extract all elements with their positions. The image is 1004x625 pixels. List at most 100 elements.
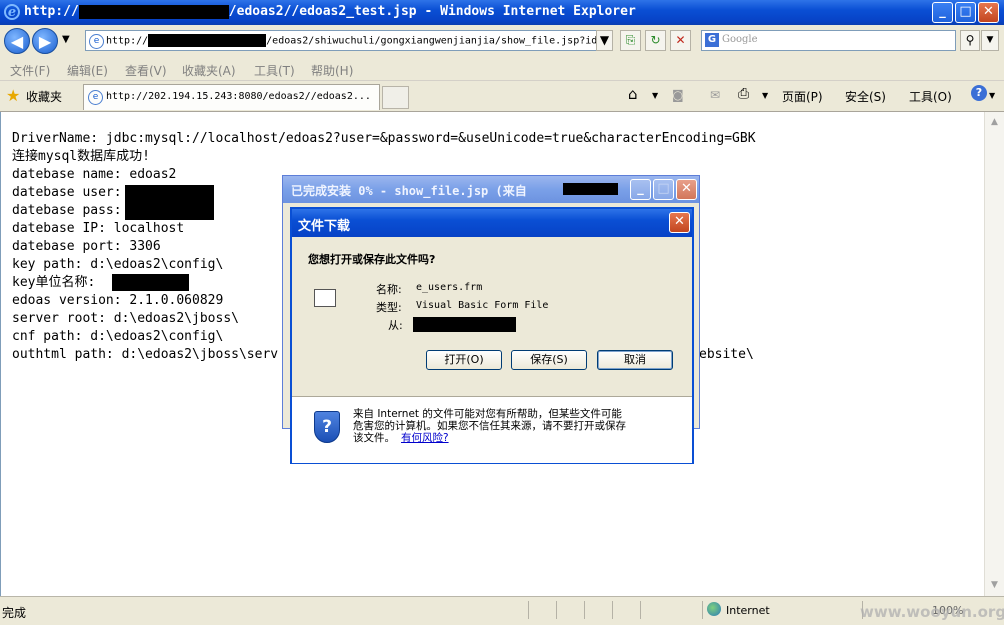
- menu-tools[interactable]: 工具(T): [254, 62, 295, 79]
- address-url: http:///edoas2/shiwuchuli/gongxiangwenji…: [106, 34, 598, 47]
- search-options-icon[interactable]: ▼: [981, 30, 999, 51]
- warning-panel: ? 来自 Internet 的文件可能对您有所帮助，但某些文件可能 危害您的计算…: [292, 396, 692, 463]
- open-button[interactable]: 打开(O): [426, 350, 502, 370]
- search-placeholder: Google: [722, 34, 758, 45]
- forward-button[interactable]: ▶: [32, 28, 58, 54]
- progress-minimize-button[interactable]: _: [630, 179, 651, 200]
- menu-help[interactable]: 帮助(H): [311, 62, 353, 79]
- status-separator: [528, 601, 529, 619]
- name-label: 名称:: [376, 283, 402, 296]
- ie-logo-icon: e: [4, 4, 20, 20]
- search-icon[interactable]: ⚲: [960, 30, 980, 51]
- scroll-up-icon[interactable]: ▲: [987, 115, 1002, 130]
- window-title: http:///edoas2//edoas2_test.jsp - Window…: [24, 4, 636, 19]
- dialog-title: 文件下载: [298, 219, 351, 234]
- content-line: edoas version: 2.1.0.060829: [12, 293, 224, 308]
- mail-icon[interactable]: ✉: [710, 88, 720, 102]
- safety-menu[interactable]: 安全(S): [845, 88, 886, 105]
- help-dropdown-icon[interactable]: ▼: [989, 91, 995, 100]
- tab-page-icon: e: [88, 90, 103, 105]
- content-line: server root: d:\edoas2\jboss\: [12, 311, 239, 326]
- zone-label: Internet: [726, 604, 770, 617]
- maximize-button[interactable]: □: [955, 2, 976, 23]
- warning-line: 来自 Internet 的文件可能对您有所帮助，但某些文件可能: [353, 408, 622, 420]
- address-input[interactable]: e http:///edoas2/shiwuchuli/gongxiangwen…: [85, 30, 613, 51]
- content-line: datebase pass:: [12, 203, 122, 218]
- favorites-button[interactable]: 收藏夹: [26, 88, 62, 105]
- menu-file[interactable]: 文件(F): [10, 62, 50, 79]
- dialog-question: 您想打开或保存此文件吗?: [308, 253, 436, 266]
- progress-title: 已完成安装 0% - show_file.jsp (来自: [291, 184, 527, 198]
- status-separator: [612, 601, 613, 619]
- title-bar: e http:///edoas2//edoas2_test.jsp - Wind…: [0, 0, 1004, 25]
- menu-bar: 文件(F) 编辑(E) 查看(V) 收藏夹(A) 工具(T) 帮助(H): [0, 58, 1004, 81]
- content-line: ebsite\: [699, 347, 754, 362]
- tools-menu[interactable]: 工具(O): [909, 88, 952, 105]
- tab-title: http://202.194.15.243:8080/edoas2//edoas…: [106, 91, 371, 102]
- warning-line: 危害您的计算机。如果您不信任其来源，请不要打开或保存: [353, 420, 626, 432]
- type-label: 类型:: [376, 301, 402, 314]
- content-line: cnf path: d:\edoas2\config\: [12, 329, 224, 344]
- tab-bar: ★ 收藏夹 e http://202.194.15.243:8080/edoas…: [0, 81, 1004, 112]
- risk-link[interactable]: 有何风险?: [401, 432, 449, 444]
- file-name: e_users.frm: [416, 282, 483, 293]
- content-line: key单位名称:: [12, 275, 96, 290]
- home-icon[interactable]: ⌂: [628, 85, 638, 103]
- file-icon: [314, 289, 336, 307]
- status-bar: 完成 Internet 100%: [0, 596, 1004, 625]
- shield-icon: ?: [314, 411, 340, 443]
- menu-view[interactable]: 查看(V): [125, 62, 167, 79]
- content-line: datebase port: 3306: [12, 239, 161, 254]
- redacted-host: [563, 183, 618, 195]
- redacted-source: [413, 317, 516, 332]
- new-tab-button[interactable]: [382, 86, 409, 109]
- scroll-down-icon[interactable]: ▼: [987, 578, 1002, 593]
- tab-current[interactable]: e http://202.194.15.243:8080/edoas2//edo…: [83, 84, 380, 110]
- status-separator: [584, 601, 585, 619]
- progress-close-button[interactable]: ✕: [676, 179, 697, 200]
- home-dropdown-icon[interactable]: ▼: [652, 91, 658, 100]
- refresh-icon[interactable]: ↻: [645, 30, 666, 51]
- close-button[interactable]: ✕: [978, 2, 999, 23]
- compatibility-icon[interactable]: ⎘: [620, 30, 641, 51]
- print-icon[interactable]: ⎙: [738, 86, 749, 102]
- print-dropdown-icon[interactable]: ▼: [762, 91, 768, 100]
- dialog-title-bar: 文件下载 ✕: [292, 209, 692, 237]
- internet-zone-icon: [707, 602, 721, 616]
- page-menu[interactable]: 页面(P): [782, 88, 823, 105]
- file-download-dialog: 文件下载 ✕ 您想打开或保存此文件吗? 名称: e_users.frm 类型: …: [290, 207, 694, 464]
- stop-icon[interactable]: ✕: [670, 30, 691, 51]
- history-dropdown-icon[interactable]: ▼: [62, 34, 70, 45]
- favorites-star-icon: ★: [6, 86, 21, 105]
- vertical-scrollbar[interactable]: ▲ ▼: [984, 112, 1004, 596]
- save-button[interactable]: 保存(S): [511, 350, 587, 370]
- content-line: key path: d:\edoas2\config\: [12, 257, 224, 272]
- minimize-button[interactable]: _: [932, 2, 953, 23]
- progress-title-bar: 已完成安装 0% - show_file.jsp (来自 _ □ ✕: [283, 176, 699, 203]
- progress-maximize-button: □: [653, 179, 674, 200]
- content-line: datebase name: edoas2: [12, 167, 177, 182]
- feeds-icon[interactable]: ◙: [672, 88, 684, 102]
- content-line: datebase user:: [12, 185, 122, 200]
- cancel-button[interactable]: 取消: [597, 350, 673, 370]
- status-separator: [702, 601, 703, 619]
- page-icon: e: [89, 34, 104, 49]
- watermark: www.wooyun.org: [860, 603, 1004, 621]
- search-input[interactable]: G Google: [701, 30, 956, 51]
- redacted-pass: [125, 201, 214, 220]
- help-icon[interactable]: ?: [971, 85, 987, 101]
- back-button[interactable]: ◀: [4, 28, 30, 54]
- menu-edit[interactable]: 编辑(E): [67, 62, 108, 79]
- status-text: 完成: [2, 606, 27, 620]
- status-separator: [640, 601, 641, 619]
- address-dropdown-icon[interactable]: ▼: [596, 30, 613, 51]
- menu-favorites[interactable]: 收藏夹(A): [182, 62, 236, 79]
- warning-line: 该文件。: [353, 432, 395, 444]
- dialog-close-button[interactable]: ✕: [669, 212, 690, 233]
- google-icon: G: [705, 33, 719, 47]
- address-row: ◀ ▶ ▼ e http:///edoas2/shiwuchuli/gongxi…: [0, 25, 1004, 58]
- file-type: Visual Basic Form File: [416, 300, 549, 311]
- content-line: outhtml path: d:\edoas2\jboss\serv: [12, 347, 279, 362]
- status-separator: [556, 601, 557, 619]
- content-line: datebase IP: localhost: [12, 221, 185, 236]
